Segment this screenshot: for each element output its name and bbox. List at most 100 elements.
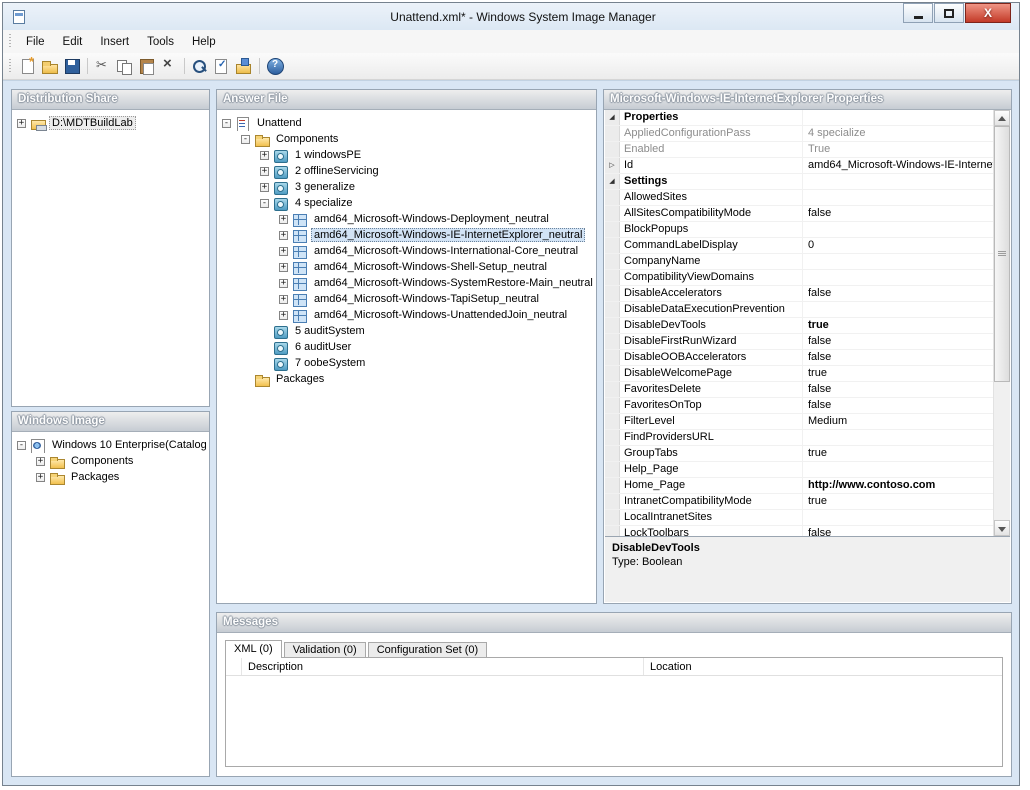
property-value[interactable]: false [803, 206, 993, 221]
collapse-icon[interactable]: - [260, 199, 269, 208]
expand-icon[interactable]: + [36, 457, 45, 466]
titlebar[interactable]: Unattend.xml* - Windows System Image Man… [3, 3, 1019, 30]
scroll-up-icon[interactable] [994, 110, 1010, 126]
menu-file[interactable]: File [17, 33, 54, 51]
property-value[interactable]: false [803, 286, 993, 301]
scrollbar[interactable] [993, 110, 1010, 536]
property-row[interactable]: FindProvidersURL [605, 430, 993, 446]
delete-icon[interactable] [159, 57, 179, 75]
property-row[interactable]: IntranetCompatibilityModetrue [605, 494, 993, 510]
property-row[interactable]: LocalIntranetSites [605, 510, 993, 526]
expand-icon[interactable]: + [260, 151, 269, 160]
tree-item[interactable]: +1 windowsPE [222, 147, 593, 163]
property-row[interactable]: CompatibilityViewDomains [605, 270, 993, 286]
expand-icon[interactable]: + [36, 473, 45, 482]
menu-edit[interactable]: Edit [54, 33, 92, 51]
tree-item[interactable]: +amd64_Microsoft-Windows-IE-InternetExpl… [222, 227, 593, 243]
expand-icon[interactable]: + [279, 295, 288, 304]
tab-validation[interactable]: Validation (0) [284, 642, 366, 658]
tree-item[interactable]: +2 offlineServicing [222, 163, 593, 179]
paste-icon[interactable] [137, 57, 157, 75]
expand-icon[interactable]: + [279, 215, 288, 224]
tree-item[interactable]: -4 specialize [222, 195, 593, 211]
property-value[interactable]: Medium [803, 414, 993, 429]
property-row[interactable]: Help_Page [605, 462, 993, 478]
property-value[interactable]: false [803, 350, 993, 365]
property-section-row[interactable]: ◢Settings [605, 174, 993, 190]
collapse-icon[interactable]: - [241, 135, 250, 144]
property-row[interactable]: DisableDevToolstrue [605, 318, 993, 334]
tree-item[interactable]: +amd64_Microsoft-Windows-UnattendedJoin_… [222, 307, 593, 323]
property-row[interactable]: AllSitesCompatibilityModefalse [605, 206, 993, 222]
property-value[interactable] [803, 190, 993, 205]
property-value[interactable]: true [803, 318, 993, 333]
cut-icon[interactable] [93, 57, 113, 75]
tree-item[interactable]: +3 generalize [222, 179, 593, 195]
property-value[interactable] [803, 174, 993, 189]
property-row[interactable]: AppliedConfigurationPass4 specialize [605, 126, 993, 142]
expand-icon[interactable]: + [279, 311, 288, 320]
property-row[interactable]: ▷Idamd64_Microsoft-Windows-IE-InternetEx [605, 158, 993, 174]
property-row[interactable]: CompanyName [605, 254, 993, 270]
property-section-row[interactable]: ◢Properties [605, 110, 993, 126]
menu-tools[interactable]: Tools [138, 33, 183, 51]
tree-item[interactable]: 5 auditSystem [222, 323, 593, 339]
collapse-icon[interactable]: - [222, 119, 231, 128]
tree-item[interactable]: +D:\MDTBuildLab [17, 115, 206, 131]
property-row[interactable]: AllowedSites [605, 190, 993, 206]
property-value[interactable]: true [803, 494, 993, 509]
scrollbar-thumb[interactable] [994, 126, 1010, 382]
property-row[interactable]: DisableWelcomePagetrue [605, 366, 993, 382]
menu-insert[interactable]: Insert [91, 33, 138, 51]
property-value[interactable] [803, 270, 993, 285]
property-value[interactable]: True [803, 142, 993, 157]
property-row[interactable]: Home_Pagehttp://www.contoso.com [605, 478, 993, 494]
close-button[interactable]: X [965, 3, 1011, 23]
property-value[interactable] [803, 510, 993, 525]
property-row[interactable]: DisableOOBAcceleratorsfalse [605, 350, 993, 366]
tree-item[interactable]: +amd64_Microsoft-Windows-TapiSetup_neutr… [222, 291, 593, 307]
property-value[interactable]: http://www.contoso.com [803, 478, 993, 493]
minimize-button[interactable] [903, 3, 933, 23]
tab-xml[interactable]: XML (0) [225, 640, 282, 658]
property-value[interactable] [803, 430, 993, 445]
property-value[interactable] [803, 302, 993, 317]
property-value[interactable] [803, 110, 993, 125]
menu-help[interactable]: Help [183, 33, 225, 51]
tree-item[interactable]: 7 oobeSystem [222, 355, 593, 371]
help-icon[interactable] [265, 57, 285, 75]
expand-icon[interactable]: + [260, 183, 269, 192]
property-value[interactable]: false [803, 398, 993, 413]
tree-item[interactable]: +Packages [17, 469, 206, 485]
property-value[interactable]: 4 specialize [803, 126, 993, 141]
validate-icon[interactable] [212, 57, 232, 75]
property-value[interactable] [803, 254, 993, 269]
property-row[interactable]: DisableDataExecutionPrevention [605, 302, 993, 318]
expand-icon[interactable]: + [260, 167, 269, 176]
copy-icon[interactable] [115, 57, 135, 75]
property-row[interactable]: CommandLabelDisplay0 [605, 238, 993, 254]
property-value[interactable]: false [803, 526, 993, 536]
expand-icon[interactable]: + [279, 263, 288, 272]
tree-item[interactable]: +amd64_Microsoft-Windows-International-C… [222, 243, 593, 259]
tree-item[interactable]: +amd64_Microsoft-Windows-SystemRestore-M… [222, 275, 593, 291]
save-icon[interactable] [62, 57, 82, 75]
expand-icon[interactable]: + [279, 279, 288, 288]
tree-item[interactable]: -Components [222, 131, 593, 147]
property-value[interactable]: false [803, 382, 993, 397]
new-answer-file-icon[interactable] [18, 57, 38, 75]
tree-item[interactable]: -Windows 10 Enterprise(Catalog) [17, 437, 206, 453]
maximize-button[interactable] [934, 3, 964, 23]
property-value[interactable]: 0 [803, 238, 993, 253]
tree-item[interactable]: Packages [222, 371, 593, 387]
property-row[interactable]: FilterLevelMedium [605, 414, 993, 430]
expand-icon[interactable]: + [17, 119, 26, 128]
column-description[interactable]: Description [242, 658, 644, 675]
property-value[interactable]: true [803, 366, 993, 381]
property-value[interactable]: false [803, 334, 993, 349]
property-value[interactable]: amd64_Microsoft-Windows-IE-InternetEx [803, 158, 993, 173]
scroll-down-icon[interactable] [994, 520, 1010, 536]
property-value[interactable] [803, 462, 993, 477]
column-location[interactable]: Location [644, 658, 1002, 675]
tab-configuration-set[interactable]: Configuration Set (0) [368, 642, 488, 658]
